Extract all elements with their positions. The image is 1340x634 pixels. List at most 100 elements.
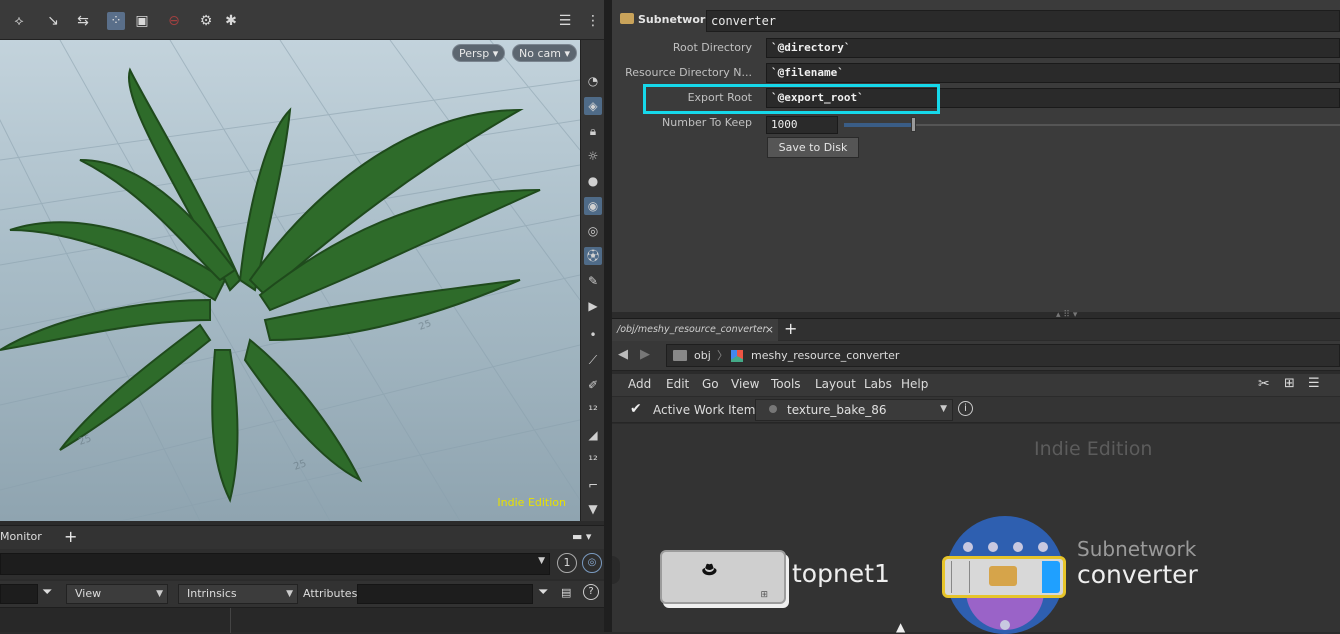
top-hat-icon: 🎩︎ [702,556,717,584]
checkmark-icon[interactable]: ✔ [630,401,642,417]
menu-view[interactable]: View [731,377,759,391]
expand-down-icon[interactable]: ▼ [584,500,602,518]
spreadsheet-table-header [0,607,604,633]
indie-edition-watermark: Indie Edition [1034,438,1153,460]
spreadsheet-filter-row: ⏷ View ▼ Intrinsics ▼ Attributes: ⏷ ▤ ? [0,581,604,607]
headlight-icon[interactable]: ◎ [584,222,602,240]
help-icon[interactable]: ? [583,584,599,600]
pane-layout-icon[interactable]: ▬ ▾ [572,530,591,543]
pen-icon[interactable]: ✐ [584,376,602,394]
number-icon[interactable]: ¹² [584,401,602,419]
list-view-icon[interactable]: ☰ [1308,376,1320,391]
menu-tools[interactable]: Tools [771,377,801,391]
status-dot-icon [769,405,777,413]
node-badge-icon: ⊞ [760,590,768,600]
tree-view-icon[interactable]: ⊞ [1284,376,1295,391]
snap-points-icon[interactable]: ⁘ [107,12,125,30]
number-to-keep-field[interactable]: 1000 [766,116,838,134]
close-icon[interactable]: × [765,319,774,341]
input-dot[interactable] [963,542,973,552]
display-flag[interactable] [1042,561,1060,593]
menu-labs[interactable]: Labs [864,377,892,391]
save-to-disk-button[interactable]: Save to Disk [767,137,859,158]
node-name-field[interactable]: converter [706,10,1340,32]
menu-go[interactable]: Go [702,377,719,391]
pane-menu-icon[interactable]: ⋮ [584,12,602,30]
network-tab-label: /obj/meshy_resource_converter [617,324,767,335]
menu-layout[interactable]: Layout [815,377,856,391]
no-entry-icon[interactable]: ⊖ [165,12,183,30]
resource-directory-field[interactable]: `@filename` [766,63,1340,83]
number-to-keep-slider[interactable] [844,124,1340,126]
paint-icon[interactable]: ◢ [584,426,602,444]
tab-network-path[interactable]: /obj/meshy_resource_converter × [612,319,778,341]
scene-viewport[interactable]: 25 25 25 Persp ▾ No cam ▾ Indie Edition [0,40,580,521]
add-tab-button[interactable]: + [64,527,77,546]
input-dot[interactable] [1013,542,1023,552]
render-icon[interactable]: ⚙ [197,12,215,30]
display-options-icon[interactable]: ☰ [556,12,574,30]
breadcrumb-converter[interactable]: meshy_resource_converter [751,345,899,366]
settings-icon[interactable]: ✱ [222,12,240,30]
menu-edit[interactable]: Edit [666,377,689,391]
move-tool-icon[interactable]: ↘ [44,12,62,30]
target-icon[interactable]: ◎ [582,553,602,573]
attributes-label: Attributes: [303,587,362,600]
light-icon[interactable]: ☼ [584,147,602,165]
breadcrumb-obj[interactable]: obj [694,345,711,366]
tools-icon[interactable]: ✂ [1258,376,1270,392]
attributes-field[interactable] [357,584,533,604]
group-field[interactable] [0,584,38,604]
edge-icon[interactable]: ⟋ [584,351,602,369]
filter-icon[interactable]: ⏷ [42,585,52,600]
camera-select-menu[interactable]: No cam ▾ [512,44,577,62]
tab-monitor[interactable]: Monitor [0,530,42,543]
add-network-tab-button[interactable]: + [784,319,797,339]
work-item-bar: ✔ Active Work Item: texture_bake_86 ▼ i [612,397,1340,423]
camera-view-label: Persp [459,47,490,60]
brush-icon[interactable]: ✎ [584,272,602,290]
info-icon[interactable]: i [958,401,973,416]
lock-icon[interactable]: 🔒︎ [584,122,602,140]
menu-help[interactable]: Help [901,377,928,391]
network-tab-bar: /obj/meshy_resource_converter × + [612,318,1340,341]
ghost-icon[interactable]: ◔ [584,72,602,90]
view-dropdown[interactable]: View ▼ [66,584,168,604]
slider-handle[interactable] [911,117,917,132]
input-dot[interactable] [988,542,998,552]
intrinsics-dropdown[interactable]: Intrinsics ▼ [178,584,298,604]
pin-counter[interactable]: 1 [557,553,577,573]
work-item-dropdown[interactable]: texture_bake_86 ▼ [755,399,953,421]
node-stripe [969,561,970,593]
input-dot[interactable] [1038,542,1048,552]
frame-icon[interactable]: ⌐ [584,476,602,494]
forward-arrow-icon[interactable]: ▶ [640,347,650,362]
topnet-node[interactable]: 🎩︎ ⊞ [660,550,786,604]
subnetwork-box-icon [989,566,1017,586]
menu-add[interactable]: Add [628,377,651,391]
pane-divider[interactable] [604,0,612,632]
side-handle[interactable] [612,556,620,584]
converter-node[interactable] [942,556,1066,598]
camera-icon[interactable]: ▶ [584,297,602,315]
options-icon[interactable]: ▤ [561,586,571,599]
sphere-icon[interactable]: ● [584,172,602,190]
network-path-bar: ◀ ▶ obj 〉 meshy_resource_converter [612,341,1340,371]
spreadsheet-path-field[interactable]: ▼ [0,553,550,575]
transform-icon[interactable]: ⇆ [74,12,92,30]
slider-fill [844,123,914,127]
shading-icon[interactable]: ◈ [584,97,602,115]
ball-icon[interactable]: ⚽︎ [584,247,602,265]
root-directory-field[interactable]: `@directory` [766,38,1340,58]
camera-view-menu[interactable]: Persp ▾ [452,44,506,62]
work-item-value: texture_bake_86 [787,403,887,417]
bulb-icon[interactable]: ◉ [584,197,602,215]
attributes-filter-icon[interactable]: ⏷ [538,585,548,600]
select-icon[interactable]: ⟡ [10,12,28,30]
point-numbers-icon[interactable]: ¹² [584,451,602,469]
output-dot[interactable] [1000,620,1010,630]
dot-icon[interactable]: • [584,326,602,344]
network-editor-canvas[interactable]: Indie Edition 🎩︎ ⊞ topnet1 Subnetwork co… [612,424,1340,634]
visualizer-icon[interactable]: ▣ [133,12,151,30]
back-arrow-icon[interactable]: ◀ [618,347,628,362]
